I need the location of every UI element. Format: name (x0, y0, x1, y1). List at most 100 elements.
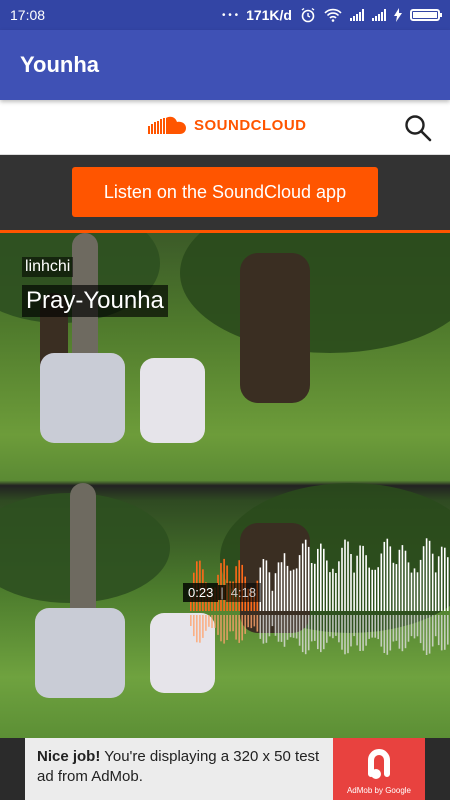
foliage (180, 233, 450, 353)
waveform-reflection-bar (359, 615, 361, 651)
listen-on-app-button[interactable]: Listen on the SoundCloud app (72, 167, 378, 217)
waveform-bar (298, 555, 301, 611)
waveform-reflection-bar (217, 615, 219, 635)
waveform-reflection-bar (229, 615, 231, 632)
waveform-bar (286, 565, 289, 611)
waveform-bar (359, 545, 361, 611)
waveform-bar (398, 549, 401, 611)
waveform-reflection-bar (314, 615, 316, 641)
waveform-bar (389, 546, 392, 611)
waveform-bar (307, 546, 310, 611)
waveform-reflection-bar (202, 615, 204, 638)
waveform-bar (329, 572, 331, 611)
waveform[interactable] (190, 533, 450, 673)
ad-banner[interactable]: Nice job! You're displaying a 320 x 50 t… (0, 738, 450, 800)
waveform-reflection-bar (437, 615, 440, 646)
waveform-bar (356, 555, 358, 611)
soundcloud-header: SOUNDCLOUD (0, 100, 450, 155)
signal-icon-2 (372, 9, 386, 21)
status-bar: 17:08 • • • 171K/d (0, 0, 450, 30)
waveform-bar (434, 572, 437, 611)
battery-icon (410, 9, 442, 21)
waveform-bar (310, 563, 313, 611)
waveform-reflection-bar (235, 615, 237, 640)
waveform-reflection-bar (193, 615, 195, 637)
waveform-bar (444, 547, 446, 611)
waveform-reflection-bar (422, 615, 425, 651)
waveform-reflection-bar (335, 615, 337, 636)
waveform-reflection-bar (440, 615, 443, 651)
waveform-reflection-bar (425, 615, 428, 655)
waveform-bar (386, 538, 389, 611)
waveform-reflection-bar (431, 615, 434, 647)
waveform-bar (383, 541, 386, 611)
status-time: 17:08 (10, 7, 46, 23)
soundcloud-wordmark: SOUNDCLOUD (194, 116, 307, 134)
waveform-bar (326, 560, 328, 611)
waveform-reflection-bar (398, 615, 401, 649)
waveform-reflection-bar (407, 615, 410, 642)
charging-icon (394, 8, 402, 22)
person-boy (40, 353, 125, 443)
waveform-reflection-bar (356, 615, 358, 646)
signal-icon (350, 9, 364, 21)
waveform-reflection-bar (416, 615, 419, 637)
waveform-bar (280, 562, 283, 611)
waveform-reflection-bar (277, 615, 280, 642)
waveform-reflection-bar (286, 615, 289, 640)
waveform-bar (410, 572, 413, 611)
waveform-reflection-bar (317, 615, 319, 650)
waveform-reflection-bar (220, 615, 222, 642)
person-boy (35, 608, 125, 698)
waveform-reflection-bar (307, 615, 310, 651)
waveform-reflection-bar (413, 615, 416, 639)
waveform-reflection-bar (208, 615, 210, 627)
player-artwork[interactable]: linhchi Pray-Younha 0:23 | 4:18 (0, 233, 450, 738)
search-icon[interactable] (404, 114, 432, 142)
person-girl (140, 358, 205, 443)
waveform-reflection-bar (244, 615, 246, 634)
admob-icon (368, 749, 390, 779)
admob-caption: AdMob by Google (346, 786, 412, 795)
waveform-reflection-bar (253, 615, 256, 627)
waveform-reflection-bar (320, 615, 322, 653)
waveform-reflection-bar (232, 615, 234, 632)
waveform-reflection-bar (196, 615, 198, 643)
ad-headline: Nice job! (37, 748, 101, 765)
waveform-reflection-bar (444, 615, 446, 650)
waveform-reflection-bar (329, 615, 331, 637)
soundcloud-logo[interactable]: SOUNDCLOUD (148, 116, 307, 134)
waveform-reflection-bar (350, 615, 352, 647)
waveform-bar (440, 546, 443, 611)
waveform-bar (262, 559, 265, 611)
waveform-reflection-bar (304, 615, 307, 655)
waveform-bar (317, 548, 319, 611)
waveform-reflection-bar (447, 615, 449, 645)
waveform-reflection-bar (265, 615, 268, 643)
tree-trunk (240, 253, 310, 403)
waveform-bar (368, 567, 370, 611)
waveform-reflection-bar (389, 615, 392, 651)
waveform-bar (295, 568, 298, 611)
waveform-bar (371, 569, 373, 611)
waveform-reflection-bar (377, 615, 379, 640)
waveform-reflection-bar (404, 615, 407, 649)
waveform-bar (395, 564, 398, 611)
waveform-reflection-bar (428, 615, 431, 654)
waveform-bar (392, 562, 395, 611)
artist-name[interactable]: linhchi (22, 257, 74, 277)
waveform-bar (350, 554, 352, 611)
waveform-reflection-bar (310, 615, 313, 642)
waveform-bar (292, 569, 295, 611)
waveform-reflection-bar (259, 615, 262, 639)
waveform-reflection-bar (283, 615, 286, 647)
waveform-bar (338, 561, 340, 611)
waveform-bar (419, 559, 422, 611)
waveform-reflection-bar (365, 615, 367, 646)
waveform-bar (353, 572, 355, 611)
ad-content[interactable]: Nice job! You're displaying a 320 x 50 t… (25, 738, 425, 800)
waveform-bar (314, 563, 316, 611)
waveform-bar (274, 573, 277, 611)
waveform-reflection-bar (326, 615, 328, 643)
waveform-reflection-bar (344, 615, 346, 655)
